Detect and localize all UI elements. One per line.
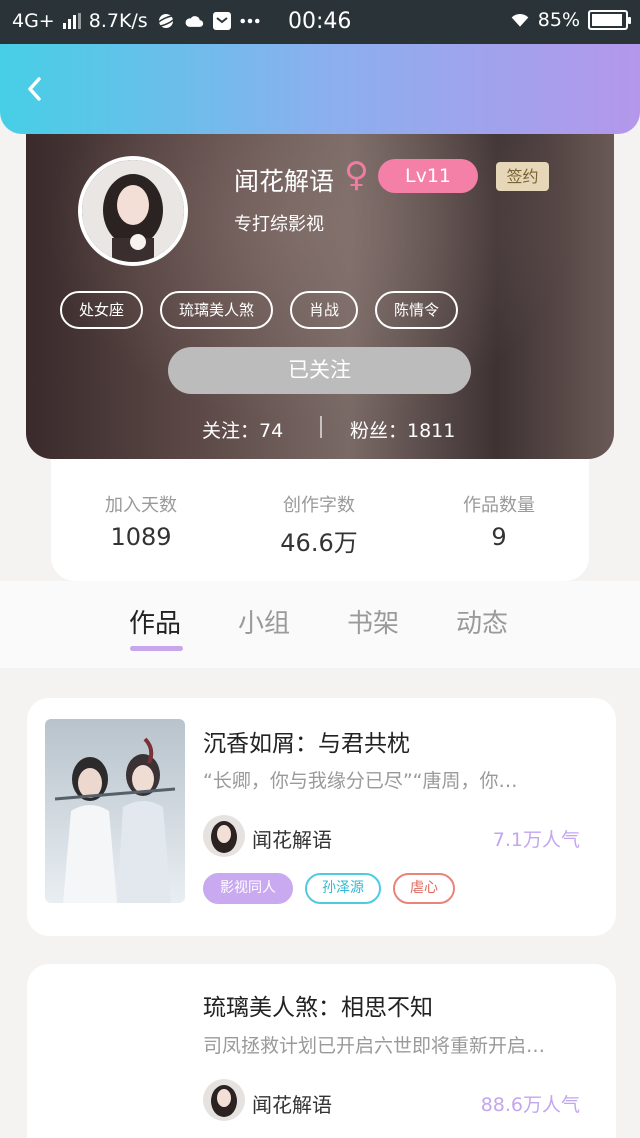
planet-icon	[155, 11, 176, 31]
page-header	[0, 44, 640, 134]
follow-button[interactable]: 已关注	[168, 347, 471, 394]
tab-activity[interactable]: 动态	[456, 603, 508, 640]
mail-icon	[212, 11, 232, 31]
more-icon	[240, 11, 260, 31]
divider	[320, 416, 322, 438]
wifi-icon	[510, 10, 530, 30]
work-description: 司凤拯救计划已开启六世即将重新开启…	[203, 1035, 546, 1057]
stat-works-count: 作品数量 9	[419, 491, 579, 551]
battery-icon	[588, 10, 631, 30]
chevron-left-icon[interactable]	[20, 74, 50, 104]
work-card[interactable]: 琉璃美人煞：相思不知 司凤拯救计划已开启六世即将重新开启… 闻花解语 88.6万…	[27, 964, 616, 1138]
work-tags: 影视同人 孙泽源 虐心	[203, 873, 455, 904]
network-speed: 8.7K/s	[88, 10, 148, 32]
author-name[interactable]: 闻花解语	[252, 824, 332, 853]
profile-card: 闻花解语 ♀ Lv11 签约 专打综影视 处女座 琉璃美人煞 肖战 陈情令 已关…	[26, 126, 614, 459]
work-cover[interactable]	[45, 719, 185, 903]
clock: 00:46	[288, 9, 352, 34]
work-description: “长卿，你与我缘分已尽”“唐周，你…	[203, 770, 518, 792]
work-title[interactable]: 沉香如屑：与君共枕	[203, 724, 410, 758]
tab-indicator	[130, 646, 183, 651]
signal-icon	[62, 13, 81, 29]
profile-tags: 处女座 琉璃美人煞 肖战 陈情令	[60, 291, 459, 329]
profile-tag[interactable]: 琉璃美人煞	[160, 291, 274, 329]
stats-card: 加入天数 1089 创作字数 46.6万 作品数量 9	[51, 459, 589, 581]
tab-works[interactable]: 作品	[129, 603, 181, 640]
following-count[interactable]: 关注：74	[202, 416, 283, 443]
stat-value: 46.6万	[280, 529, 358, 557]
work-title[interactable]: 琉璃美人煞：相思不知	[203, 988, 433, 1022]
author-avatar[interactable]	[203, 1079, 245, 1121]
profile-tag[interactable]: 肖战	[290, 291, 359, 329]
status-right: 85%	[510, 9, 631, 31]
profile-tag[interactable]: 陈情令	[375, 291, 459, 329]
cloud-icon	[184, 11, 204, 31]
bio: 专打综影视	[234, 214, 324, 235]
status-left: 4G+ 8.7K/s	[12, 10, 260, 32]
tab-groups[interactable]: 小组	[238, 603, 290, 640]
stat-value: 1089	[110, 523, 172, 551]
tab-bookshelf[interactable]: 书架	[347, 603, 399, 640]
signed-badge: 签约	[496, 162, 549, 191]
popularity: 88.6万人气	[480, 1094, 580, 1116]
stat-label: 创作字数	[283, 495, 355, 516]
work-card[interactable]: 沉香如屑：与君共枕 “长卿，你与我缘分已尽”“唐周，你… 闻花解语 7.1万人气…	[27, 698, 616, 936]
tab-bar: 作品 小组 书架 动态	[0, 581, 640, 668]
popularity: 7.1万人气	[492, 829, 580, 851]
nickname: 闻花解语	[234, 167, 335, 196]
stat-label: 加入天数	[105, 495, 177, 516]
author-name[interactable]: 闻花解语	[252, 1089, 332, 1118]
status-bar: 4G+ 8.7K/s 00:46 85%	[0, 0, 640, 44]
battery-percent: 85%	[537, 9, 580, 31]
work-tag[interactable]: 孙泽源	[305, 873, 381, 904]
network-type: 4G+	[12, 10, 55, 32]
avatar[interactable]	[78, 156, 188, 266]
author-avatar[interactable]	[203, 815, 245, 857]
stat-word-count: 创作字数 46.6万	[239, 491, 399, 558]
stat-label: 作品数量	[463, 495, 535, 516]
level-badge: Lv11	[378, 159, 478, 193]
work-tag[interactable]: 影视同人	[203, 873, 293, 904]
female-icon: ♀	[344, 155, 369, 195]
work-tag[interactable]: 虐心	[393, 873, 455, 904]
stat-value: 9	[491, 523, 507, 551]
followers-count[interactable]: 粉丝：1811	[350, 416, 455, 443]
stat-join-days: 加入天数 1089	[61, 491, 221, 551]
profile-tag[interactable]: 处女座	[60, 291, 144, 329]
